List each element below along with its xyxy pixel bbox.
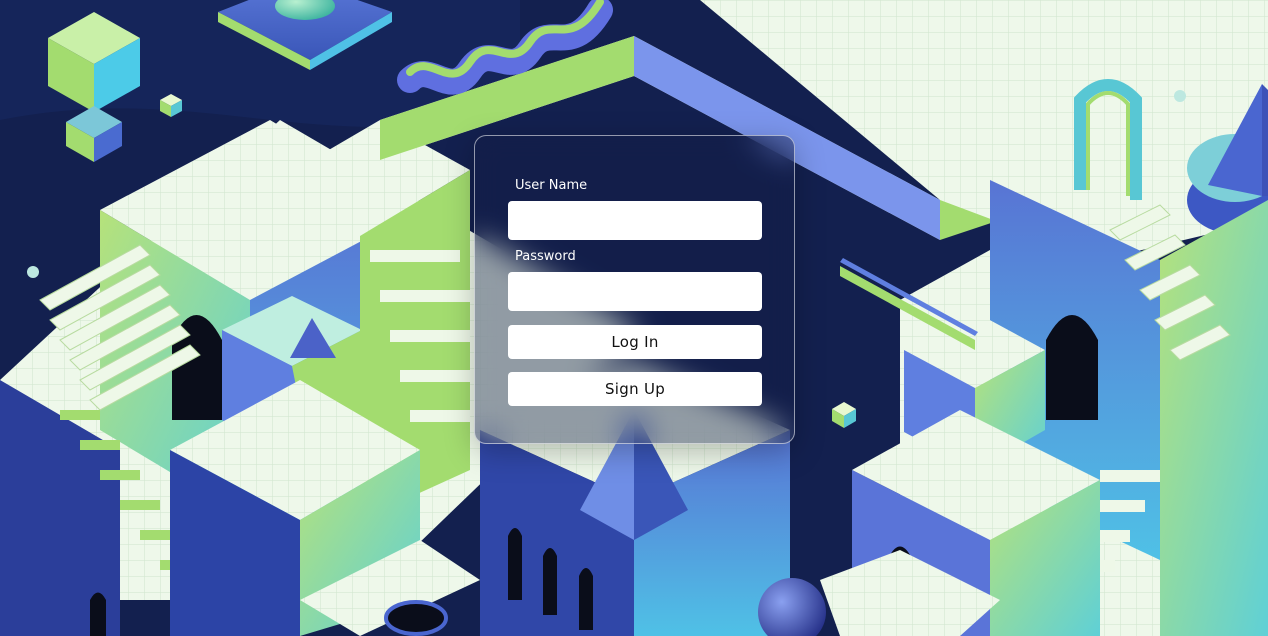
username-label: User Name bbox=[515, 178, 588, 193]
username-input[interactable] bbox=[508, 201, 762, 240]
signup-button[interactable]: Sign Up bbox=[508, 372, 762, 406]
login-form-card: User Name Password Log In Sign Up bbox=[474, 135, 795, 444]
password-input[interactable] bbox=[508, 272, 762, 311]
password-label: Password bbox=[515, 249, 576, 264]
login-button[interactable]: Log In bbox=[508, 325, 762, 359]
